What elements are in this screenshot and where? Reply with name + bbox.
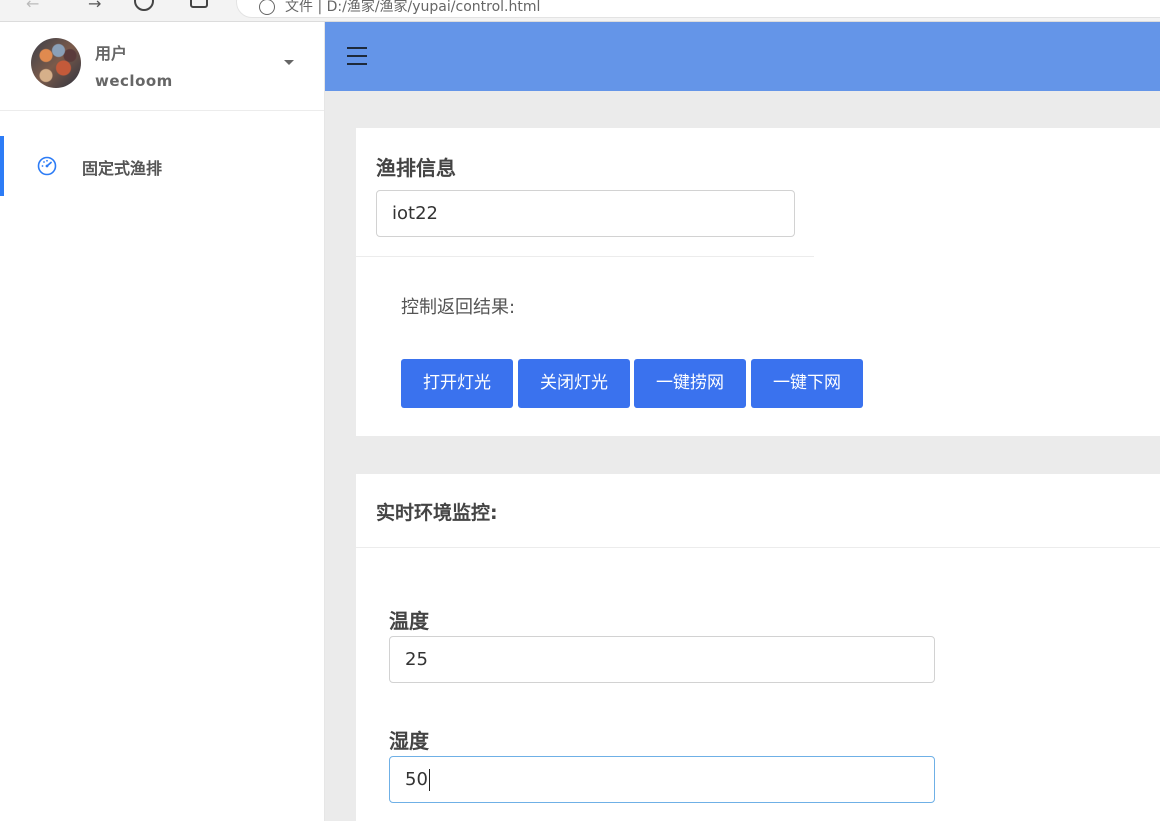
active-indicator [0,136,4,196]
browser-toolbar: ← → 文件 | D:/渔家/渔家/yupai/control.html [0,0,1160,22]
humidity-label: 湿度 [389,729,429,753]
back-arrow-icon[interactable]: ← [26,0,39,13]
raft-info-title: 渔排信息 [376,156,456,180]
user-panel: 用户 wecloom [0,22,324,111]
dashboard-icon [37,156,57,176]
control-result-label: 控制返回结果: [401,297,516,318]
divider [356,547,1160,548]
monitor-card: 实时环境监控: 温度 25 湿度 50 [356,474,1160,821]
menu-toggle-icon[interactable] [347,46,367,66]
monitor-title: 实时环境监控: [376,502,498,524]
temperature-label: 温度 [389,609,429,633]
caret-down-icon[interactable] [284,60,294,65]
top-bar [325,22,1160,91]
device-id-field[interactable]: iot22 [376,190,795,237]
net-down-button[interactable]: 一键下网 [751,359,863,408]
user-role: 用户 [95,44,128,63]
sidebar-item-fixed-raft[interactable]: 固定式渔排 [0,136,324,196]
sidebar-item-label: 固定式渔排 [82,159,163,178]
forward-arrow-icon[interactable]: → [88,0,101,13]
reload-icon[interactable] [134,0,154,11]
text-cursor [428,769,430,791]
humidity-field[interactable]: 50 [389,756,935,803]
humidity-value: 50 [405,769,428,790]
address-bar[interactable]: 文件 | D:/渔家/渔家/yupai/control.html [236,0,1160,18]
avatar[interactable] [31,38,81,88]
tabs-icon[interactable] [190,0,208,8]
info-icon[interactable] [259,0,275,15]
user-name: wecloom [95,72,173,90]
light-on-button[interactable]: 打开灯光 [401,359,513,408]
control-card: 渔排信息 iot22 控制返回结果: 打开灯光 关闭灯光 一键捞网 一键下网 [356,128,1160,436]
address-text[interactable]: 文件 | D:/渔家/渔家/yupai/control.html [285,0,540,16]
sidebar: 用户 wecloom 固定式渔排 [0,22,325,821]
divider [356,256,814,257]
temperature-field[interactable]: 25 [389,636,935,683]
net-up-button[interactable]: 一键捞网 [634,359,746,408]
light-off-button[interactable]: 关闭灯光 [518,359,630,408]
